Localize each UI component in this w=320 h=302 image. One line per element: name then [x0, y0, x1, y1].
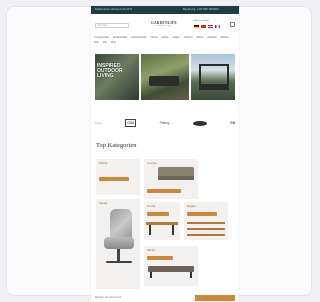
site-logo[interactable]: GARDENLIFE Outdoor Living — [151, 21, 177, 29]
cart-icon[interactable] — [230, 22, 235, 27]
newsletter-button[interactable] — [195, 295, 235, 301]
sofa-image-base — [158, 176, 194, 180]
nav-item[interactable]: Blog — [111, 41, 116, 45]
nav-item[interactable]: Sale — [94, 41, 99, 45]
category-button[interactable] — [147, 189, 181, 193]
nav-item[interactable]: Outdoor — [184, 36, 193, 40]
category-button[interactable] — [147, 256, 173, 260]
category-tile[interactable]: Regale — [184, 202, 228, 240]
brand-logo[interactable]: Brand — [95, 122, 102, 125]
category-tile[interactable]: Tische — [144, 202, 180, 240]
hero-slide-text: INSPIRED OUTDOOR LIVING — [97, 63, 123, 79]
nav-item[interactable]: Küche — [197, 36, 204, 40]
category-button[interactable] — [147, 212, 169, 216]
main-nav: Loungemöbel Gartenmöbel Sonnenschutz Tis… — [94, 36, 237, 44]
brand-strip: Brand COX Fatboy GH — [95, 116, 235, 130]
country-flags — [194, 25, 220, 28]
nav-item[interactable]: Marken — [221, 36, 229, 40]
flag-fr-icon[interactable] — [215, 25, 220, 28]
nav-item[interactable]: Sonnenschutz — [131, 36, 146, 40]
hero-slide-1[interactable]: INSPIRED OUTDOOR LIVING — [95, 54, 139, 100]
category-label: Sessel — [99, 202, 108, 205]
header-actions: Hilfe & Kontakt — [194, 20, 236, 32]
category-label: Lounge — [147, 162, 157, 165]
nav-item[interactable]: Stühle — [162, 36, 169, 40]
search-input[interactable]: Suchen ... — [95, 23, 129, 28]
category-label: Bänke — [147, 249, 156, 252]
category-tile[interactable]: Bänke — [144, 246, 198, 286]
topbar-left-text: Kostenloser Versand ab 50 € — [95, 8, 133, 11]
category-tile[interactable]: Sessel — [96, 199, 140, 289]
hero-slide-3[interactable] — [191, 54, 235, 100]
nav-item[interactable]: Neu — [103, 41, 107, 45]
flag-ch-icon[interactable] — [201, 25, 206, 28]
shelf-image — [187, 228, 225, 230]
topbar-right-text: Beratung: +49 000 000000 — [183, 8, 219, 11]
shelf-image — [187, 234, 225, 236]
category-button[interactable] — [187, 212, 217, 216]
category-label: Regale — [187, 205, 196, 208]
nav-item[interactable]: Gartenmöbel — [113, 36, 127, 40]
section-title: Top Kategorien — [96, 142, 137, 149]
hero-banner: INSPIRED OUTDOOR LIVING — [95, 54, 235, 100]
chair-image — [104, 209, 134, 267]
nav-item[interactable]: Tische — [151, 36, 158, 40]
nav-item[interactable]: Liegen — [172, 36, 179, 40]
bench-legs — [150, 272, 192, 278]
flag-de-icon[interactable] — [194, 25, 199, 28]
category-button[interactable] — [99, 177, 129, 181]
brand-logo[interactable]: COX — [125, 119, 137, 127]
logo-tagline: Outdoor Living — [155, 25, 171, 27]
category-tile[interactable]: Stühle — [96, 159, 140, 195]
nav-item[interactable]: Zubehör — [207, 36, 216, 40]
shelf-image — [187, 222, 225, 224]
hero-slide-2[interactable] — [141, 54, 189, 100]
category-label: Tische — [147, 205, 156, 208]
nav-item[interactable]: Loungemöbel — [94, 36, 109, 40]
footer-text: Bleiben Sie informiert — [95, 296, 121, 299]
category-tile[interactable]: Lounge — [144, 159, 198, 199]
brand-logo[interactable] — [192, 120, 207, 126]
flag-at-icon[interactable] — [208, 25, 213, 28]
website-page: Kostenloser Versand ab 50 € Beratung: +4… — [91, 6, 239, 302]
category-label: Stühle — [99, 162, 108, 165]
brand-logo[interactable]: Fatboy — [160, 121, 170, 125]
top-bar: Kostenloser Versand ab 50 € Beratung: +4… — [91, 6, 239, 14]
brand-logo[interactable]: GH — [230, 121, 235, 125]
